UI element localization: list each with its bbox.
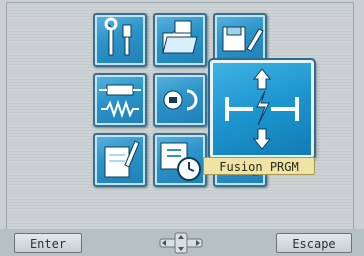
menu-tile-fusion-program[interactable] xyxy=(208,58,316,160)
heater-resistor-icon xyxy=(99,84,141,119)
softkey-bar: Enter Escape xyxy=(0,229,364,256)
save-disk-icon xyxy=(222,26,264,52)
checklist-clock-icon xyxy=(160,142,201,181)
navigation-dpad-icon xyxy=(159,232,203,254)
enter-button[interactable]: Enter xyxy=(14,233,82,253)
folder-icon xyxy=(162,20,198,54)
tools-icon xyxy=(104,17,132,56)
menu-tile-connector[interactable] xyxy=(153,73,207,127)
fiber-connector-icon xyxy=(163,89,198,111)
notepad-pen-icon xyxy=(104,140,140,178)
menu-tile-folder[interactable] xyxy=(153,13,207,67)
escape-button[interactable]: Escape xyxy=(276,233,352,253)
lcd-screen: Fusion PRGM xyxy=(6,2,354,230)
menu-tile-checklist[interactable] xyxy=(153,133,207,187)
menu-tile-notepad[interactable] xyxy=(93,133,147,187)
selected-item-tooltip: Fusion PRGM xyxy=(203,157,315,175)
menu-tile-heater[interactable] xyxy=(93,73,147,127)
menu-tile-save[interactable] xyxy=(213,13,267,67)
menu-tile-tools[interactable] xyxy=(93,13,147,67)
fusion-splice-icon xyxy=(225,68,299,150)
